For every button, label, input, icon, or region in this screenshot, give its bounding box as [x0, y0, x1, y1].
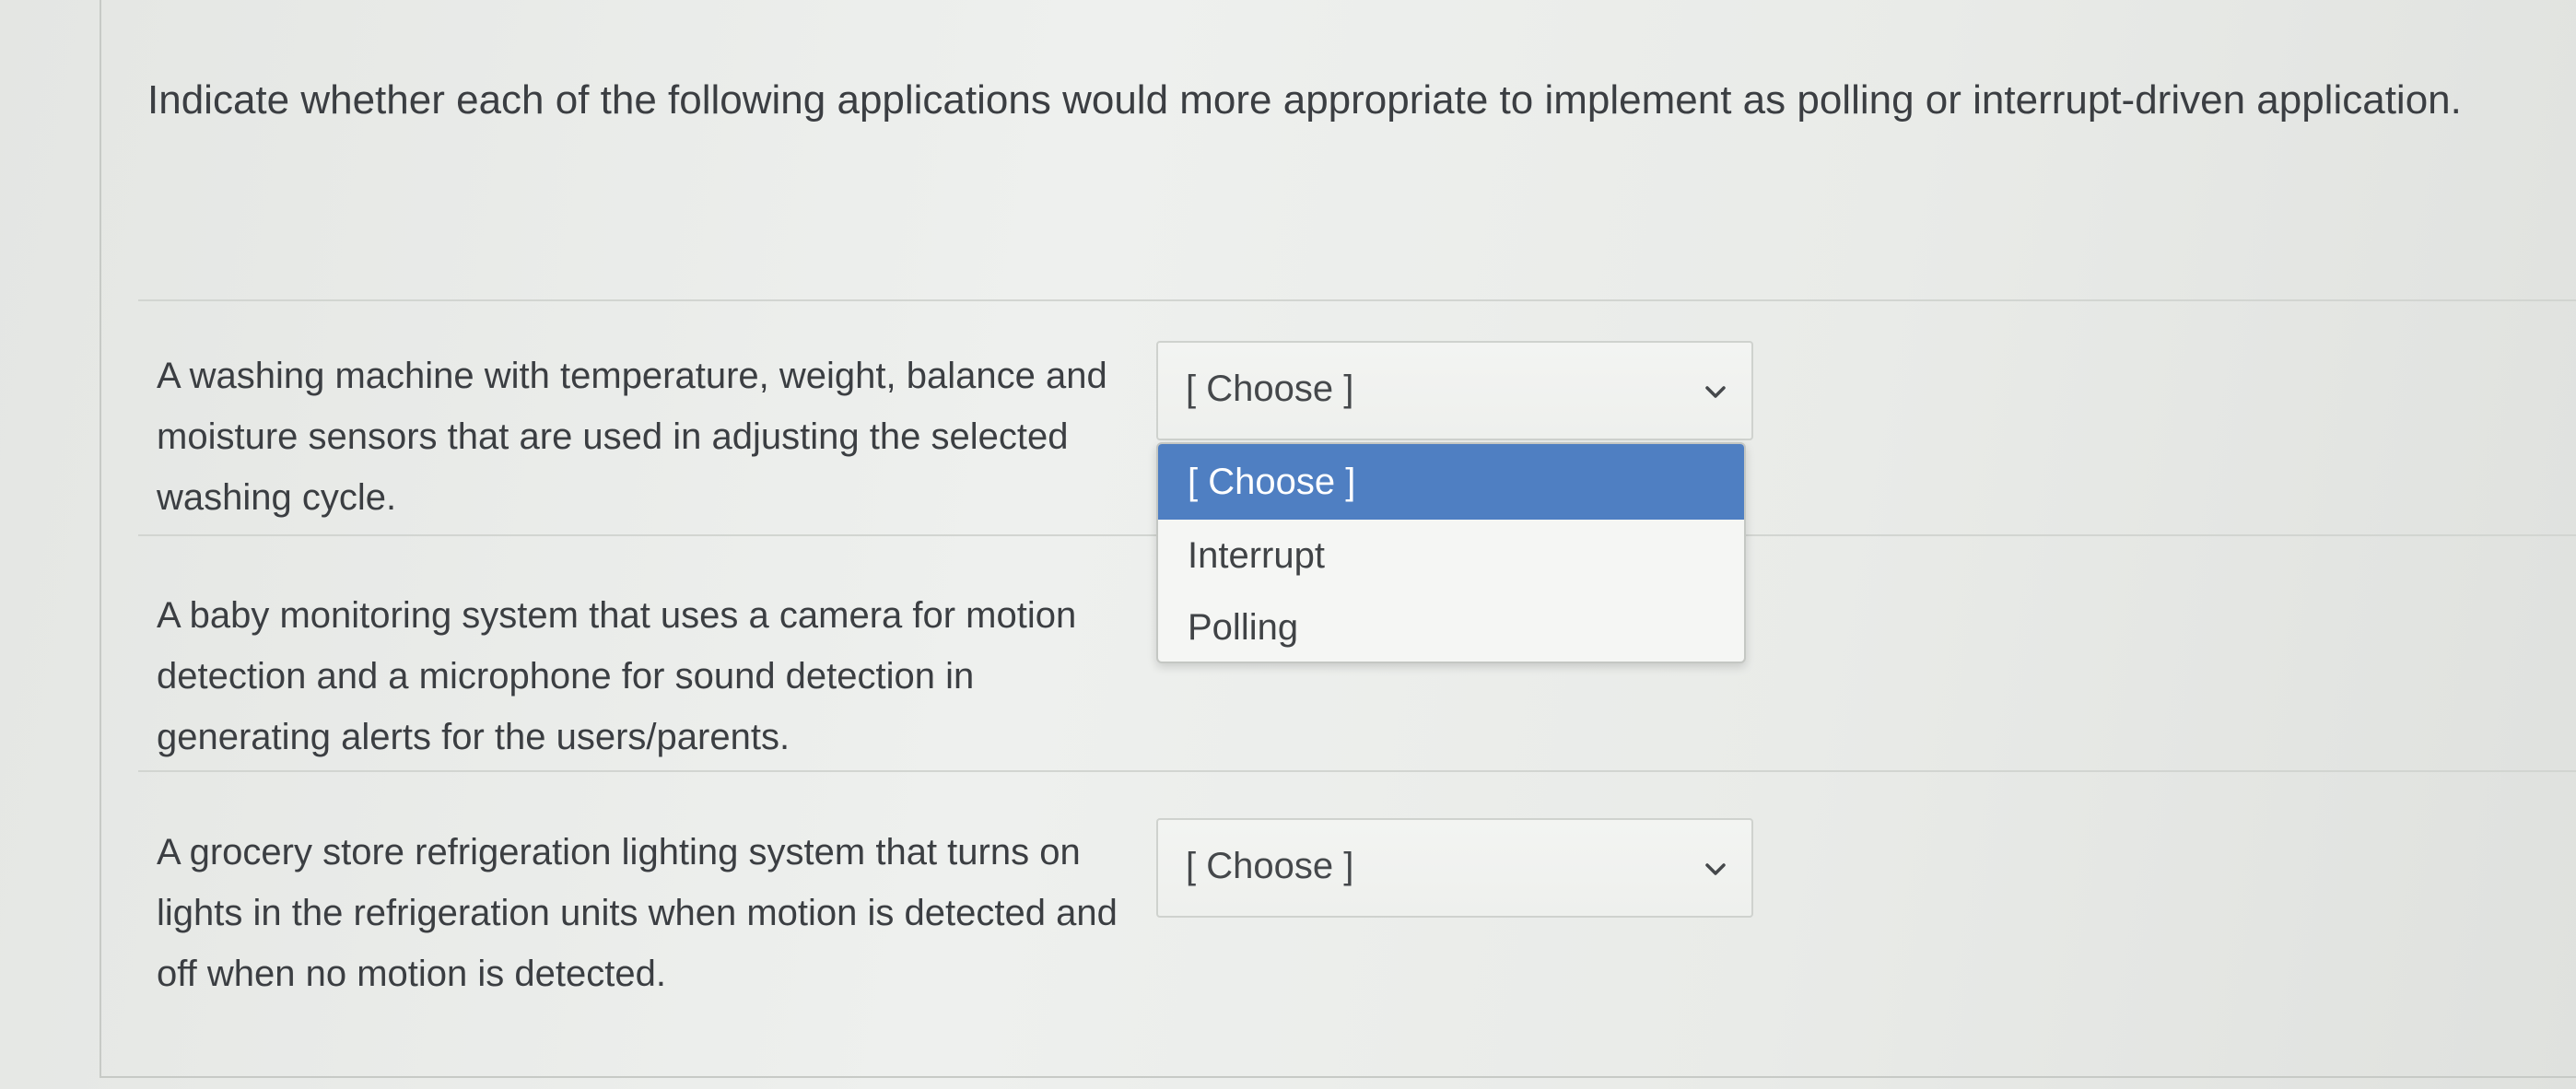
- dropdown-option-interrupt[interactable]: Interrupt: [1158, 520, 1744, 591]
- row-3-text: A grocery store refrigeration lighting s…: [157, 832, 1118, 994]
- row-1-select-value: [ Choose ]: [1186, 369, 1354, 409]
- row-1-select[interactable]: [ Choose ]: [1156, 341, 1753, 440]
- dropdown-option-polling[interactable]: Polling: [1158, 591, 1744, 662]
- row-1-dropdown-list: [ Choose ] Interrupt Polling: [1156, 442, 1746, 663]
- question-prompt: Indicate whether each of the following a…: [147, 77, 2462, 123]
- question-card: Indicate whether each of the following a…: [100, 0, 2576, 1078]
- row-3-select[interactable]: [ Choose ]: [1156, 818, 1753, 918]
- chevron-down-icon: [1705, 386, 1726, 398]
- chevron-down-icon: [1705, 863, 1726, 875]
- divider: [138, 770, 2576, 772]
- dropdown-option-choose[interactable]: [ Choose ]: [1158, 444, 1744, 520]
- divider: [138, 299, 2576, 301]
- row-1-text: A washing machine with temperature, weig…: [157, 356, 1107, 518]
- row-2-text: A baby monitoring system that uses a cam…: [157, 595, 1077, 757]
- row-3-select-value: [ Choose ]: [1186, 846, 1354, 886]
